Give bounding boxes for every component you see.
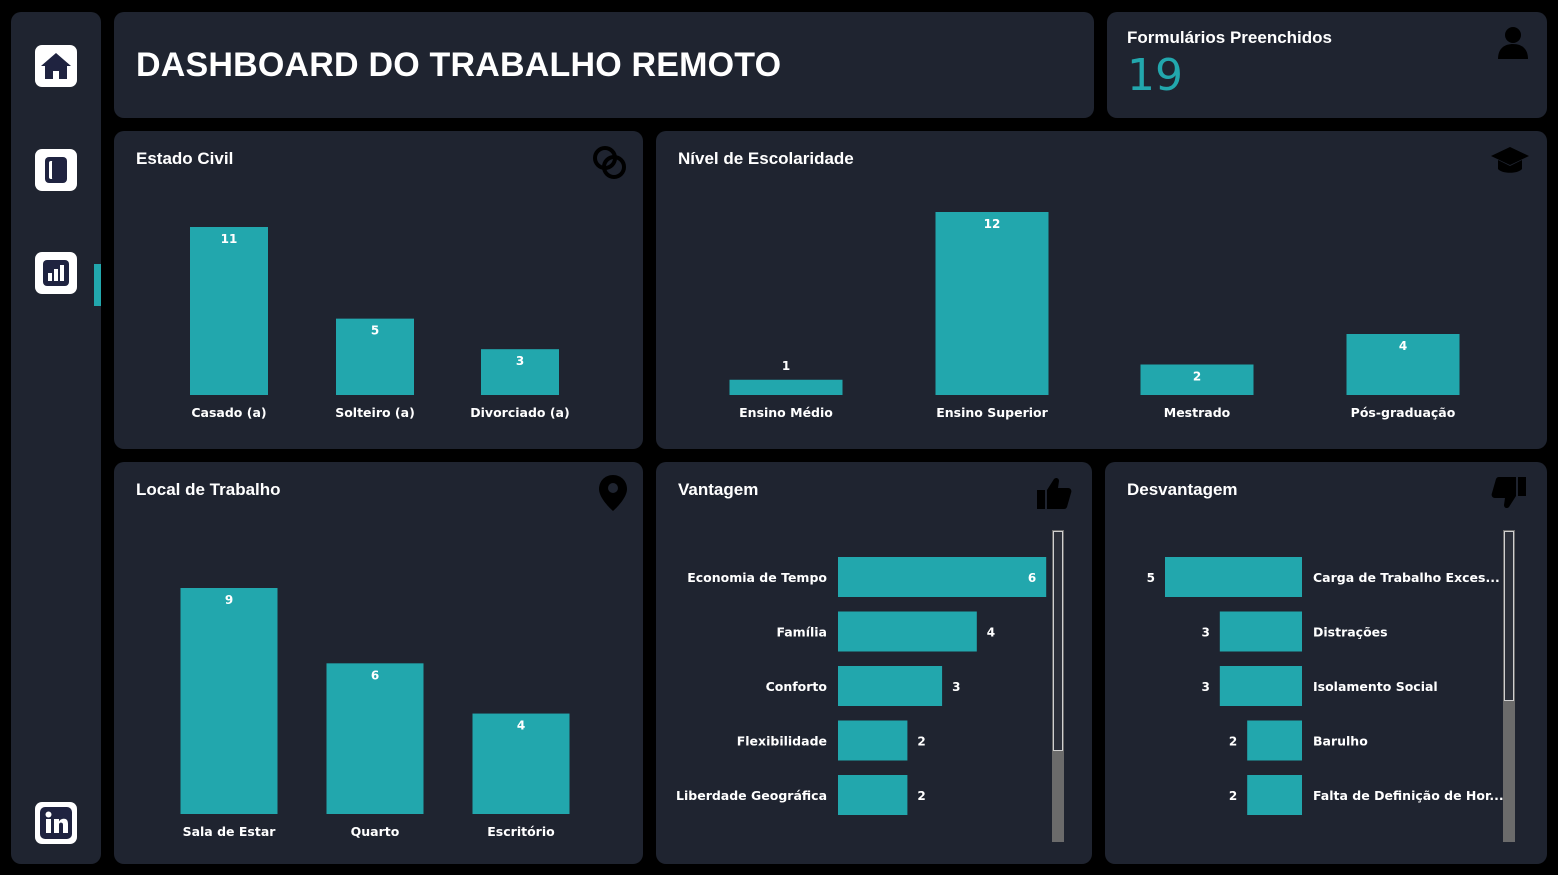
linkedin-icon <box>40 807 72 839</box>
bar-ensino-superior <box>935 212 1049 395</box>
page-title: DASHBOARD DO TRABALHO REMOTO <box>136 46 782 84</box>
vantagem-panel: Vantagem Economia de Tempo 6 Família 4 Confo… <box>656 462 1092 864</box>
data-label-conforto: 3 <box>952 680 960 694</box>
data-label-ensino-medio: 1 <box>782 359 790 373</box>
book-button[interactable] <box>35 149 77 191</box>
tick-label-liberdade-geografica: Liberdade Geográfica <box>676 788 827 803</box>
tick-label-flexibilidade: Flexibilidade <box>737 734 827 749</box>
data-label-familia: 4 <box>987 626 995 640</box>
tick-label-conforto: Conforto <box>766 679 828 694</box>
data-label-economia-de-tempo: 6 <box>1028 571 1036 585</box>
tick-label-carga-de-trabalho-exces: Carga de Trabalho Exces... <box>1313 570 1500 585</box>
linkedin-button[interactable] <box>35 802 77 844</box>
escolaridade-chart: 1 Ensino Médio 12 Ensino Superior 2 Mestrado 4… <box>729 212 1460 420</box>
bar-liberdade-geografica <box>838 775 908 815</box>
tick-label-ensino-medio: Ensino Médio <box>739 405 833 420</box>
data-label-quarto: 6 <box>371 668 379 682</box>
local-chart: 9 Sala de Estar 6 Quarto 4 Escritório <box>180 588 570 839</box>
bar-carga-de-trabalho-exces <box>1165 557 1302 597</box>
bar-chart-icon <box>43 260 69 286</box>
data-label-mestrado: 2 <box>1193 370 1201 384</box>
tick-label-distracoes: Distrações <box>1313 625 1388 640</box>
vantagem-chart: Economia de Tempo 6 Família 4 Conforto 3 Flexi… <box>676 557 1047 815</box>
tick-label-pos-graduacao: Pós-graduação <box>1351 405 1456 420</box>
data-label-barulho: 2 <box>1229 735 1237 749</box>
local-trabalho-panel: Local de Trabalho 9 Sala de Estar 6 Quarto 4… <box>114 462 643 864</box>
tick-label-sala-de-estar: Sala de Estar <box>183 824 277 839</box>
tick-label-escritorio: Escritório <box>487 824 555 839</box>
estado-civil-panel: Estado Civil 11 Casado (a) 5 Solteiro (a) 3 D… <box>114 131 643 449</box>
vantagem-scroll-thumb[interactable] <box>1053 531 1063 751</box>
data-label-pos-graduacao: 4 <box>1399 339 1407 353</box>
chart-button[interactable] <box>35 252 77 294</box>
kpi-card: Formulários Preenchidos 19 <box>1107 12 1547 118</box>
tick-label-isolamento-social: Isolamento Social <box>1313 679 1438 694</box>
tick-label-mestrado: Mestrado <box>1164 405 1231 420</box>
tick-label-ensino-superior: Ensino Superior <box>936 405 1048 420</box>
bar-familia <box>838 611 977 652</box>
tick-label-solteiro-a: Solteiro (a) <box>335 405 415 420</box>
data-label-sala-de-estar: 9 <box>225 593 233 607</box>
data-label-escritorio: 4 <box>517 719 525 733</box>
home-button[interactable] <box>35 45 77 87</box>
tick-label-economia-de-tempo: Economia de Tempo <box>687 570 827 585</box>
bar-casado-a <box>190 227 268 395</box>
data-label-divorciado-a: 3 <box>516 354 524 368</box>
bar-economia-de-tempo <box>838 557 1047 597</box>
tick-label-casado-a: Casado (a) <box>191 405 266 420</box>
data-label-falta-de-definicao-de-hor: 2 <box>1229 789 1237 803</box>
data-label-ensino-superior: 12 <box>984 217 1001 231</box>
desvantagem-chart: Carga de Trabalho Exces... 5 Distrações 3 Is… <box>1147 557 1504 815</box>
data-label-solteiro-a: 5 <box>371 324 379 338</box>
bar-sala-de-estar <box>180 588 278 814</box>
data-label-casado-a: 11 <box>221 232 238 246</box>
vantagem-scrollbar[interactable] <box>1052 530 1064 842</box>
escolaridade-panel: Nível de Escolaridade 1 Ensino Médio 12 Ens… <box>656 131 1547 449</box>
title-panel: DASHBOARD DO TRABALHO REMOTO <box>114 12 1094 118</box>
user-icon <box>1498 27 1528 59</box>
kpi-value: 19 <box>1127 50 1183 101</box>
bar-isolamento-social <box>1219 666 1302 706</box>
bar-falta-de-definicao-de-hor <box>1247 775 1302 815</box>
bar-barulho <box>1247 720 1302 761</box>
home-icon <box>41 53 71 79</box>
tick-label-divorciado-a: Divorciado (a) <box>470 405 569 420</box>
bar-conforto <box>838 666 943 706</box>
data-label-isolamento-social: 3 <box>1201 680 1209 694</box>
bar-ensino-medio <box>729 379 843 395</box>
data-label-distracoes: 3 <box>1201 626 1209 640</box>
tick-label-familia: Família <box>776 625 827 640</box>
kpi-label: Formulários Preenchidos <box>1127 28 1332 47</box>
tick-label-quarto: Quarto <box>351 824 400 839</box>
book-icon <box>45 157 67 183</box>
desvantagem-panel: Desvantagem Carga de Trabalho Exces... 5 D… <box>1105 462 1547 864</box>
sidebar <box>11 12 101 864</box>
tick-label-falta-de-definicao-de-hor: Falta de Definição de Hor... <box>1313 788 1504 803</box>
desvantagem-scrollbar[interactable] <box>1503 530 1515 842</box>
bar-distracoes <box>1219 611 1302 652</box>
tick-label-barulho: Barulho <box>1313 734 1368 749</box>
estado-civil-chart: 11 Casado (a) 5 Solteiro (a) 3 Divorciado (a) <box>190 227 570 420</box>
active-nav-indicator <box>94 264 101 306</box>
bar-flexibilidade <box>838 720 908 761</box>
desvantagem-scroll-thumb[interactable] <box>1504 531 1514 701</box>
data-label-flexibilidade: 2 <box>917 735 925 749</box>
bar-quarto <box>326 663 424 814</box>
data-label-liberdade-geografica: 2 <box>917 789 925 803</box>
data-label-carga-de-trabalho-exces: 5 <box>1147 571 1155 585</box>
